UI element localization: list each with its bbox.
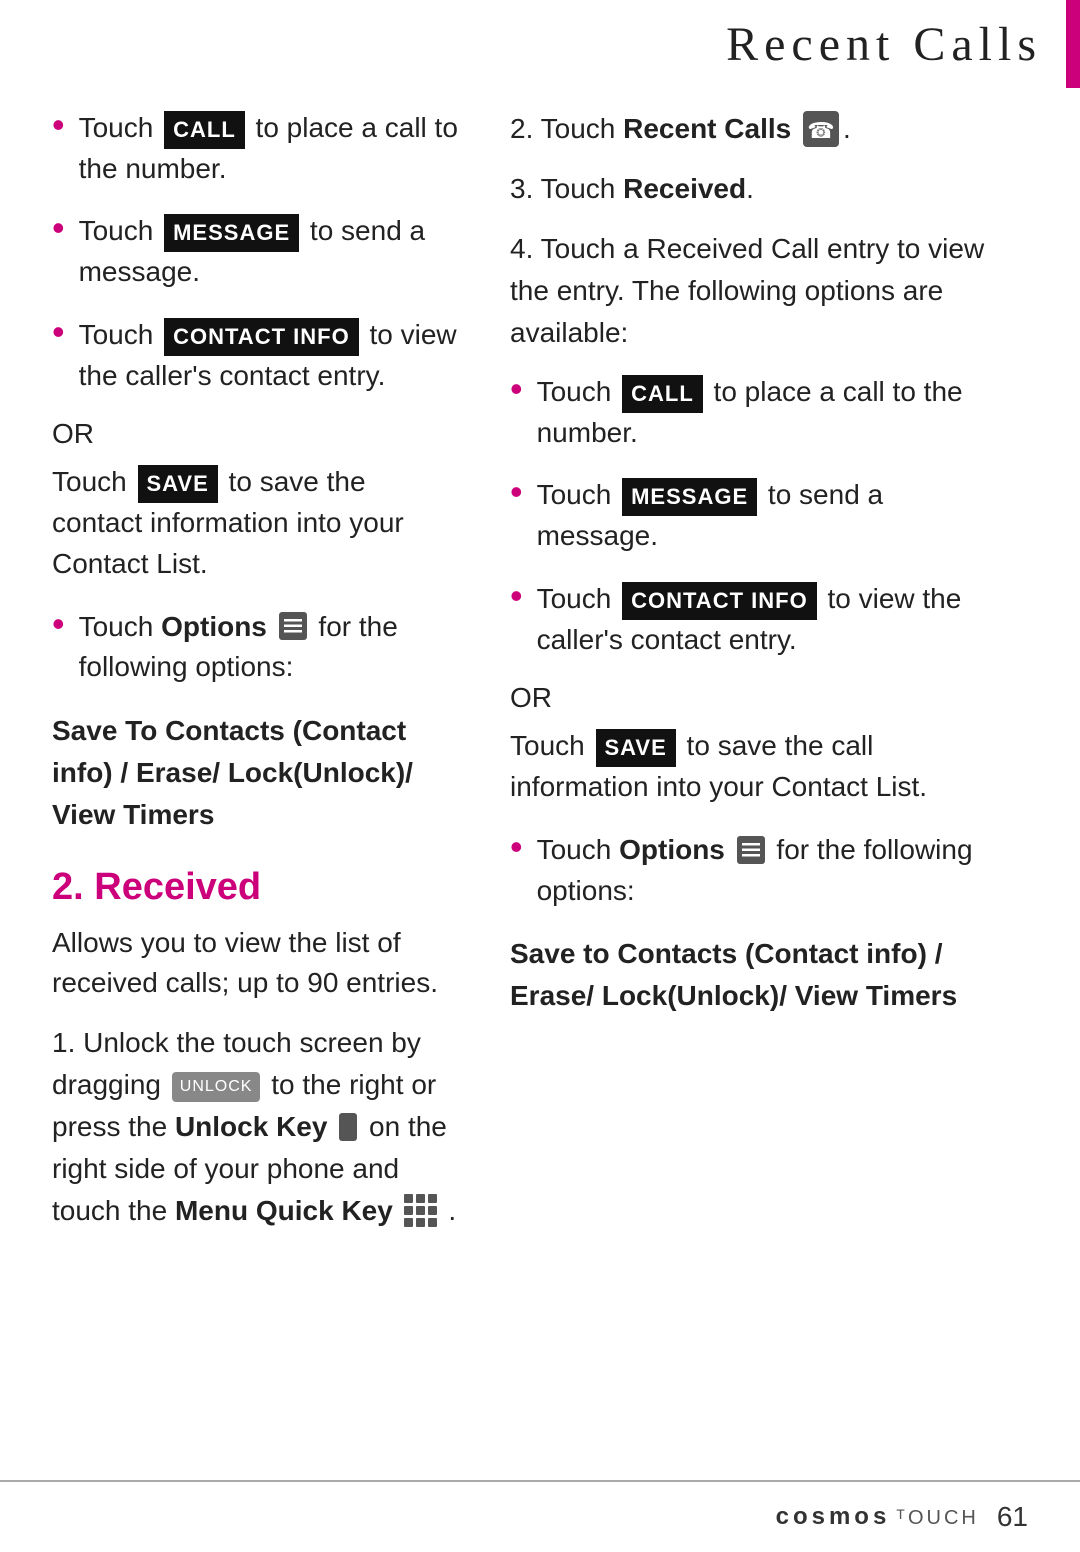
bullet-contact-info-right-text: Touch CONTACT INFO to view the caller's … — [537, 579, 990, 660]
call-badge: CALL — [164, 111, 245, 149]
bullet-dot: • — [510, 826, 523, 868]
step-4: 4. Touch a Received Call entry to view t… — [510, 228, 990, 354]
bullet-dot: • — [52, 603, 65, 645]
bullet-message-text: Touch MESSAGE to send a message. — [79, 211, 458, 292]
right-column: 2. Touch Recent Calls ☎ . 3. Touch Recei… — [490, 108, 1030, 1250]
step-2: 2. Touch Recent Calls ☎ . — [510, 108, 990, 150]
touch-save-left: Touch SAVE to save the contact informati… — [52, 462, 458, 584]
message-badge: MESSAGE — [164, 214, 299, 252]
bullet-contact-info-text: Touch CONTACT INFO to view the caller's … — [79, 315, 458, 396]
bullet-dot: • — [52, 104, 65, 146]
recent-calls-icon: ☎ — [803, 111, 839, 147]
options-icon-left — [279, 612, 307, 640]
cosmos-label: cosmos — [776, 1503, 891, 1530]
footer-page-number: 61 — [997, 1501, 1028, 1533]
message-badge-right: MESSAGE — [622, 478, 757, 516]
page-title: Recent Calls — [690, 1, 1066, 88]
bullet-call: • Touch CALL to place a call to the numb… — [52, 108, 458, 189]
bullet-call-right-text: Touch CALL to place a call to the number… — [537, 372, 990, 453]
main-content: • Touch CALL to place a call to the numb… — [0, 0, 1080, 1330]
footer: cosmosᵀOUCH 61 — [0, 1480, 1080, 1552]
bullet-contact-info: • Touch CONTACT INFO to view the caller'… — [52, 315, 458, 396]
bullet-message: • Touch MESSAGE to send a message. — [52, 211, 458, 292]
or-label-left: OR — [52, 418, 458, 450]
options-sub-bold-left: Save To Contacts (Contact info) / Erase/… — [52, 710, 458, 836]
unlock-key-icon — [339, 1113, 357, 1141]
bullet-message-right: • Touch MESSAGE to send a message. — [510, 475, 990, 556]
or-label-right: OR — [510, 682, 990, 714]
title-bar: Recent Calls — [690, 0, 1080, 88]
svg-text:☎: ☎ — [807, 118, 834, 143]
bullet-options-right-text: Touch Options for the following options: — [537, 830, 990, 911]
bullet-dot: • — [52, 311, 65, 353]
save-badge-right: SAVE — [596, 729, 676, 767]
bullet-options-left-text: Touch Options for the following options: — [79, 607, 458, 688]
unlock-icon: UNLOCK — [172, 1072, 261, 1102]
contact-info-badge-right: CONTACT INFO — [622, 582, 817, 620]
call-badge-right: CALL — [622, 375, 703, 413]
bullet-dot: • — [510, 575, 523, 617]
touch-label: ᵀOUCH — [896, 1507, 979, 1529]
footer-brand: cosmosᵀOUCH — [776, 1503, 979, 1531]
save-badge-left: SAVE — [138, 465, 218, 503]
bullet-contact-info-right: • Touch CONTACT INFO to view the caller'… — [510, 579, 990, 660]
bullet-options-right: • Touch Options for the following option… — [510, 830, 990, 911]
step-3: 3. Touch Received. — [510, 168, 990, 210]
options-icon-right — [737, 836, 765, 864]
bullet-message-right-text: Touch MESSAGE to send a message. — [537, 475, 990, 556]
bullet-call-text: Touch CALL to place a call to the number… — [79, 108, 458, 189]
section-heading-received: 2. Received — [52, 866, 458, 909]
left-column: • Touch CALL to place a call to the numb… — [0, 108, 490, 1250]
title-accent-bar — [1066, 0, 1080, 88]
received-desc: Allows you to view the list of received … — [52, 923, 458, 1004]
menu-quick-key-icon — [404, 1194, 438, 1228]
bullet-dot: • — [510, 368, 523, 410]
bullet-dot: • — [510, 471, 523, 513]
touch-save-right: Touch SAVE to save the call information … — [510, 726, 990, 807]
options-sub-bold-right: Save to Contacts (Contact info) / Erase/… — [510, 933, 990, 1017]
bullet-options-left: • Touch Options for the following option… — [52, 607, 458, 688]
bullet-call-right: • Touch CALL to place a call to the numb… — [510, 372, 990, 453]
contact-info-badge: CONTACT INFO — [164, 318, 359, 356]
bullet-dot: • — [52, 207, 65, 249]
step-1: 1. Unlock the touch screen by dragging U… — [52, 1022, 458, 1232]
